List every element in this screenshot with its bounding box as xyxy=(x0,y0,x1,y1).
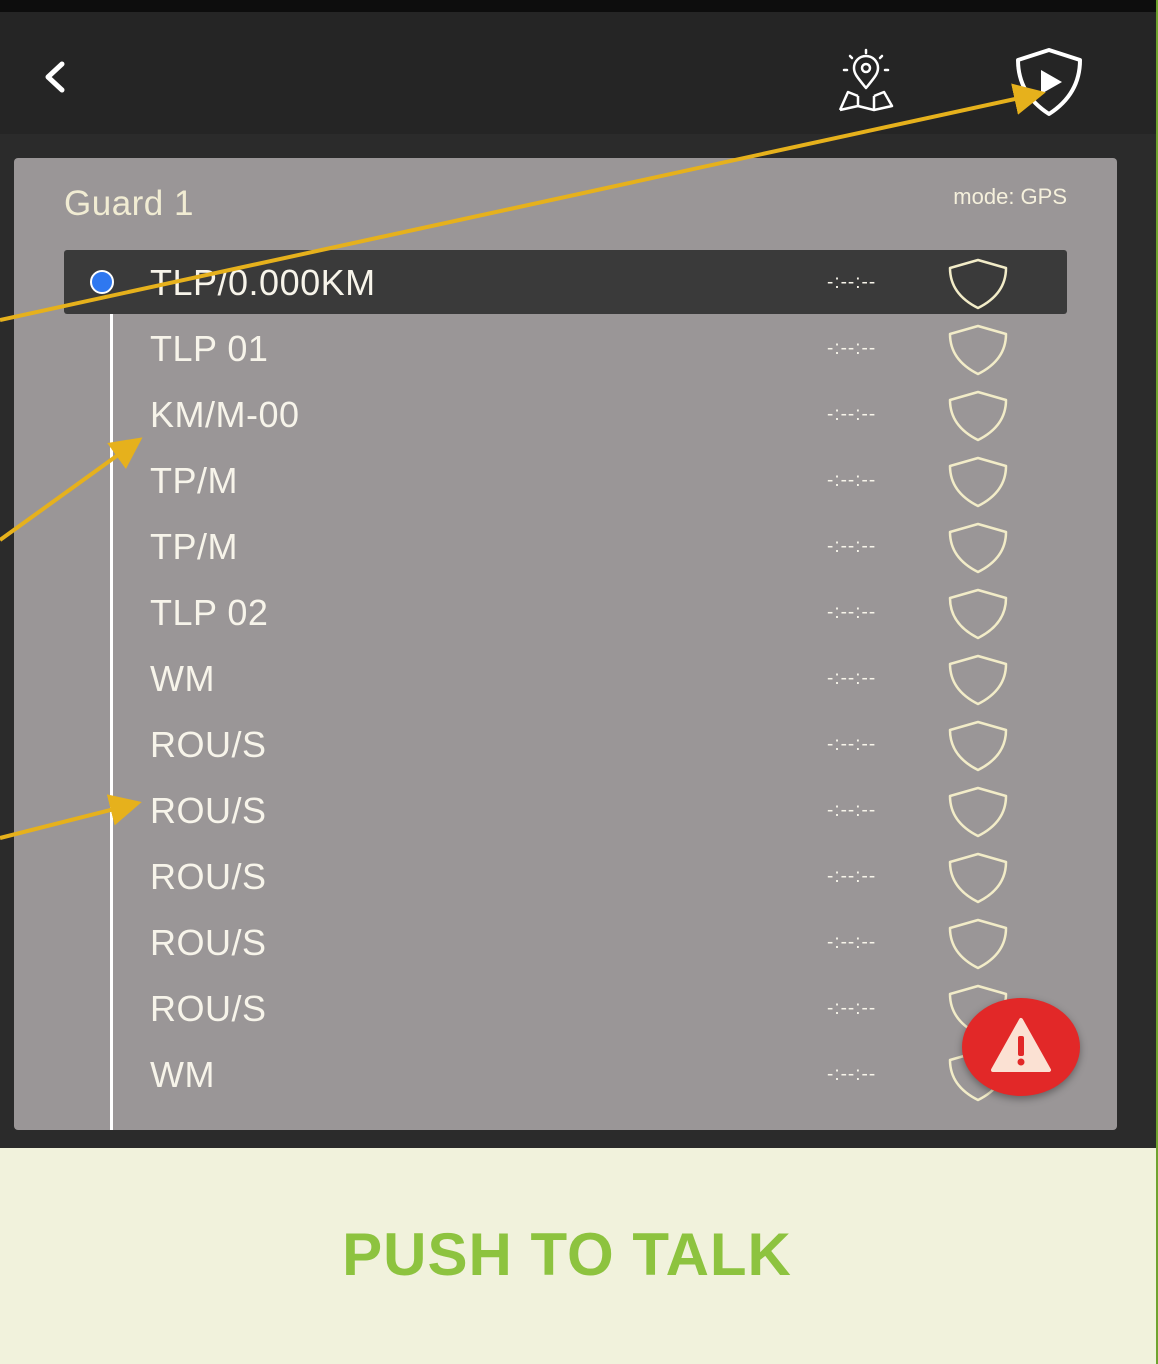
map-pin-icon xyxy=(838,48,894,112)
checkpoint-name: ROU/S xyxy=(150,724,267,765)
checkpoint-name: TP/M xyxy=(150,526,238,567)
checkpoint-row[interactable]: TLP 02 -:--:-- xyxy=(64,580,1067,644)
push-to-talk-label: PUSH TO TALK xyxy=(342,1221,792,1288)
checkpoint-row[interactable]: TLP 01 -:--:-- xyxy=(64,316,1067,380)
current-checkpoint-dot xyxy=(90,270,114,294)
checkpoint-name: TLP/0.000KM xyxy=(150,262,376,303)
checkpoint-name: ROU/S xyxy=(150,856,267,897)
checkpoint-time: -:--:-- xyxy=(827,470,877,491)
warning-icon xyxy=(991,1018,1051,1072)
mode-label: mode: GPS xyxy=(953,184,1067,209)
checkpoint-time: -:--:-- xyxy=(827,1064,877,1085)
checkpoint-time: -:--:-- xyxy=(827,338,877,359)
checkpoint-row[interactable]: ROU/S -:--:-- xyxy=(64,910,1067,974)
chevron-left-icon xyxy=(45,61,65,93)
checkpoint-time: -:--:-- xyxy=(827,932,877,953)
app-screen: Guard 1 mode: GPS TLP/0.000KM -:--:-- TLP … xyxy=(0,0,1158,1148)
checkpoint-time: -:--:-- xyxy=(827,668,877,689)
checkpoint-name: TLP 02 xyxy=(150,592,269,633)
checkpoint-name: KM/M-00 xyxy=(150,394,300,435)
start-patrol-button[interactable] xyxy=(1008,46,1090,120)
shield-icon xyxy=(948,258,1008,310)
checkpoint-time: -:--:-- xyxy=(827,536,877,557)
checkpoint-name: WM xyxy=(150,1054,215,1095)
checkpoint-time: -:--:-- xyxy=(827,734,877,755)
checkpoint-row[interactable]: ROU/S -:--:-- xyxy=(64,976,1067,1040)
checkpoint-name: ROU/S xyxy=(150,922,267,963)
checkpoint-time: -:--:-- xyxy=(827,800,877,821)
checkpoint-row[interactable]: TP/M -:--:-- xyxy=(64,448,1067,512)
shield-icon xyxy=(948,918,1008,970)
checkpoint-time: -:--:-- xyxy=(827,866,877,887)
checkpoint-row[interactable]: WM -:--:-- xyxy=(64,646,1067,710)
checkpoint-row[interactable]: ROU/S -:--:-- xyxy=(64,712,1067,776)
checkpoint-name: TLP 01 xyxy=(150,328,269,369)
checkpoint-time: -:--:-- xyxy=(827,998,877,1019)
checkpoint-time: -:--:-- xyxy=(827,404,877,425)
checkpoint-row[interactable]: ROU/S -:--:-- xyxy=(64,778,1067,842)
shield-icon xyxy=(948,522,1008,574)
checkpoint-name: ROU/S xyxy=(150,988,267,1029)
checkpoint-row[interactable]: WM -:--:-- xyxy=(64,1042,1067,1106)
shield-icon xyxy=(948,852,1008,904)
checkpoint-name: ROU/S xyxy=(150,790,267,831)
status-bar xyxy=(0,0,1158,12)
checkpoint-row[interactable]: TLP/0.000KM -:--:-- xyxy=(64,250,1067,314)
shield-icon xyxy=(948,654,1008,706)
checkpoint-time: -:--:-- xyxy=(827,272,877,293)
shield-icon xyxy=(948,720,1008,772)
play-shield-icon xyxy=(1016,48,1082,116)
checkpoint-row[interactable]: KM/M-00 -:--:-- xyxy=(64,382,1067,446)
shield-icon xyxy=(948,390,1008,442)
checkpoint-name: WM xyxy=(150,658,215,699)
back-button[interactable] xyxy=(30,52,80,102)
push-to-talk-button[interactable]: PUSH TO TALK xyxy=(0,1148,1158,1364)
shield-icon xyxy=(948,786,1008,838)
checkpoint-row[interactable]: TP/M -:--:-- xyxy=(64,514,1067,578)
checkpoint-name: TP/M xyxy=(150,460,238,501)
shield-icon xyxy=(948,588,1008,640)
alert-button[interactable] xyxy=(962,998,1080,1096)
checkpoint-time: -:--:-- xyxy=(827,602,877,623)
checkpoint-row[interactable]: ROU/S -:--:-- xyxy=(64,844,1067,908)
route-title: Guard 1 xyxy=(64,184,194,223)
patrol-route-card: Guard 1 mode: GPS TLP/0.000KM -:--:-- TLP … xyxy=(14,158,1117,1130)
shield-icon xyxy=(948,456,1008,508)
top-app-bar xyxy=(0,12,1158,134)
shield-icon xyxy=(948,324,1008,376)
map-button[interactable] xyxy=(820,48,912,114)
